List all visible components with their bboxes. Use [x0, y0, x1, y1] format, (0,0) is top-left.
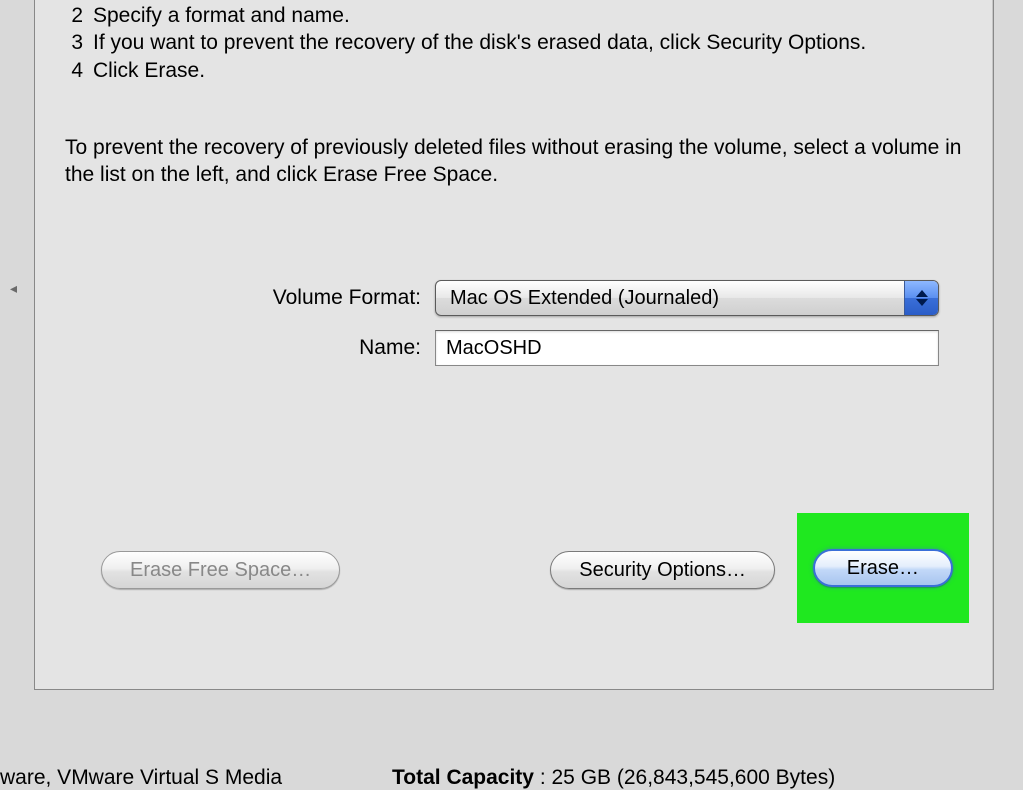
instructions-block: 2 Specify a format and name. 3 If you wa…: [35, 0, 993, 188]
media-description: ware, VMware Virtual S Media: [0, 766, 282, 790]
volume-format-label: Volume Format:: [95, 286, 435, 310]
total-capacity: Total Capacity : 25 GB (26,843,545,600 B…: [392, 766, 835, 790]
highlight-box: Erase…: [797, 513, 969, 623]
left-caret-indicator: ◂: [10, 280, 17, 297]
name-label: Name:: [95, 336, 435, 360]
volume-format-dropdown[interactable]: Mac OS Extended (Journaled): [435, 280, 939, 316]
instructions-paragraph: To prevent the recovery of previously de…: [65, 134, 963, 189]
instruction-step: 4 Click Erase.: [65, 57, 963, 84]
erase-button[interactable]: Erase…: [813, 549, 953, 587]
volume-format-value: Mac OS Extended (Journaled): [450, 287, 719, 310]
instruction-step: 2 Specify a format and name.: [65, 2, 963, 29]
name-input[interactable]: [435, 330, 939, 366]
step-number: 4: [65, 57, 83, 84]
capacity-value: : 25 GB (26,843,545,600 Bytes): [540, 766, 835, 789]
step-text: Specify a format and name.: [93, 2, 350, 29]
erase-free-space-button[interactable]: Erase Free Space…: [101, 551, 340, 589]
volume-format-row: Volume Format: Mac OS Extended (Journale…: [95, 280, 993, 316]
step-number: 2: [65, 2, 83, 29]
name-row: Name:: [95, 330, 993, 366]
step-text: If you want to prevent the recovery of t…: [93, 29, 866, 56]
step-text: Click Erase.: [93, 57, 205, 84]
instruction-step: 3 If you want to prevent the recovery of…: [65, 29, 963, 56]
step-number: 3: [65, 29, 83, 56]
erase-tab-panel: 2 Specify a format and name. 3 If you wa…: [34, 0, 994, 690]
dropdown-arrows-icon: [904, 281, 938, 315]
security-options-button[interactable]: Security Options…: [550, 551, 775, 589]
form-area: Volume Format: Mac OS Extended (Journale…: [35, 280, 993, 366]
capacity-label: Total Capacity: [392, 766, 534, 789]
